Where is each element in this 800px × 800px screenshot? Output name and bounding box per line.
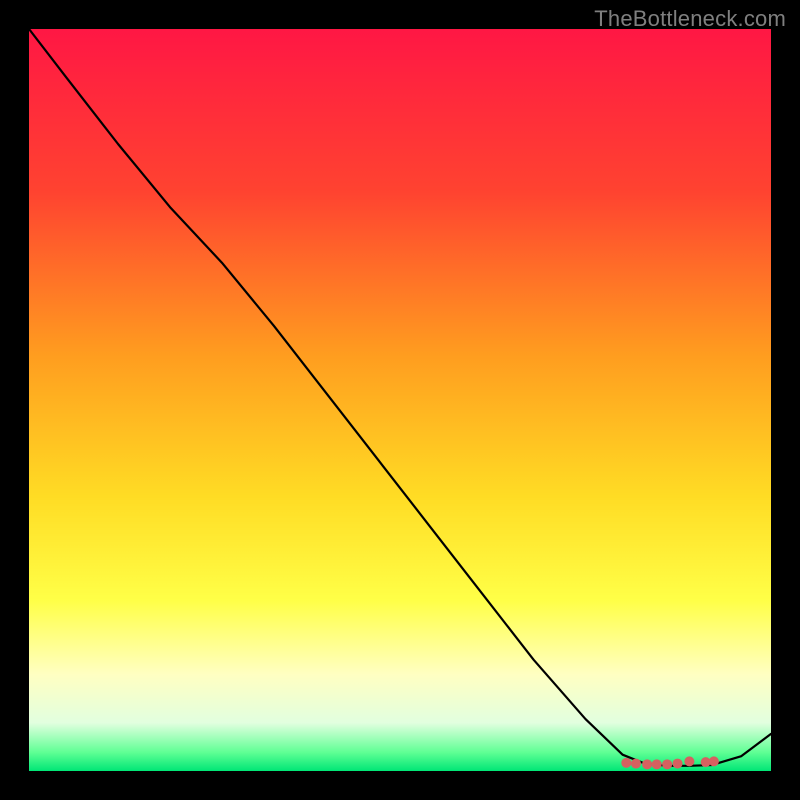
chart-marker [642, 759, 652, 769]
chart-marker [662, 759, 672, 769]
chart-background [29, 29, 771, 771]
chart-marker [673, 759, 683, 769]
chart-marker [684, 756, 694, 766]
chart-marker [621, 758, 631, 768]
chart-plot-area [29, 29, 771, 771]
chart-marker [652, 759, 662, 769]
chart-marker [709, 756, 719, 766]
chart-marker [631, 759, 641, 769]
